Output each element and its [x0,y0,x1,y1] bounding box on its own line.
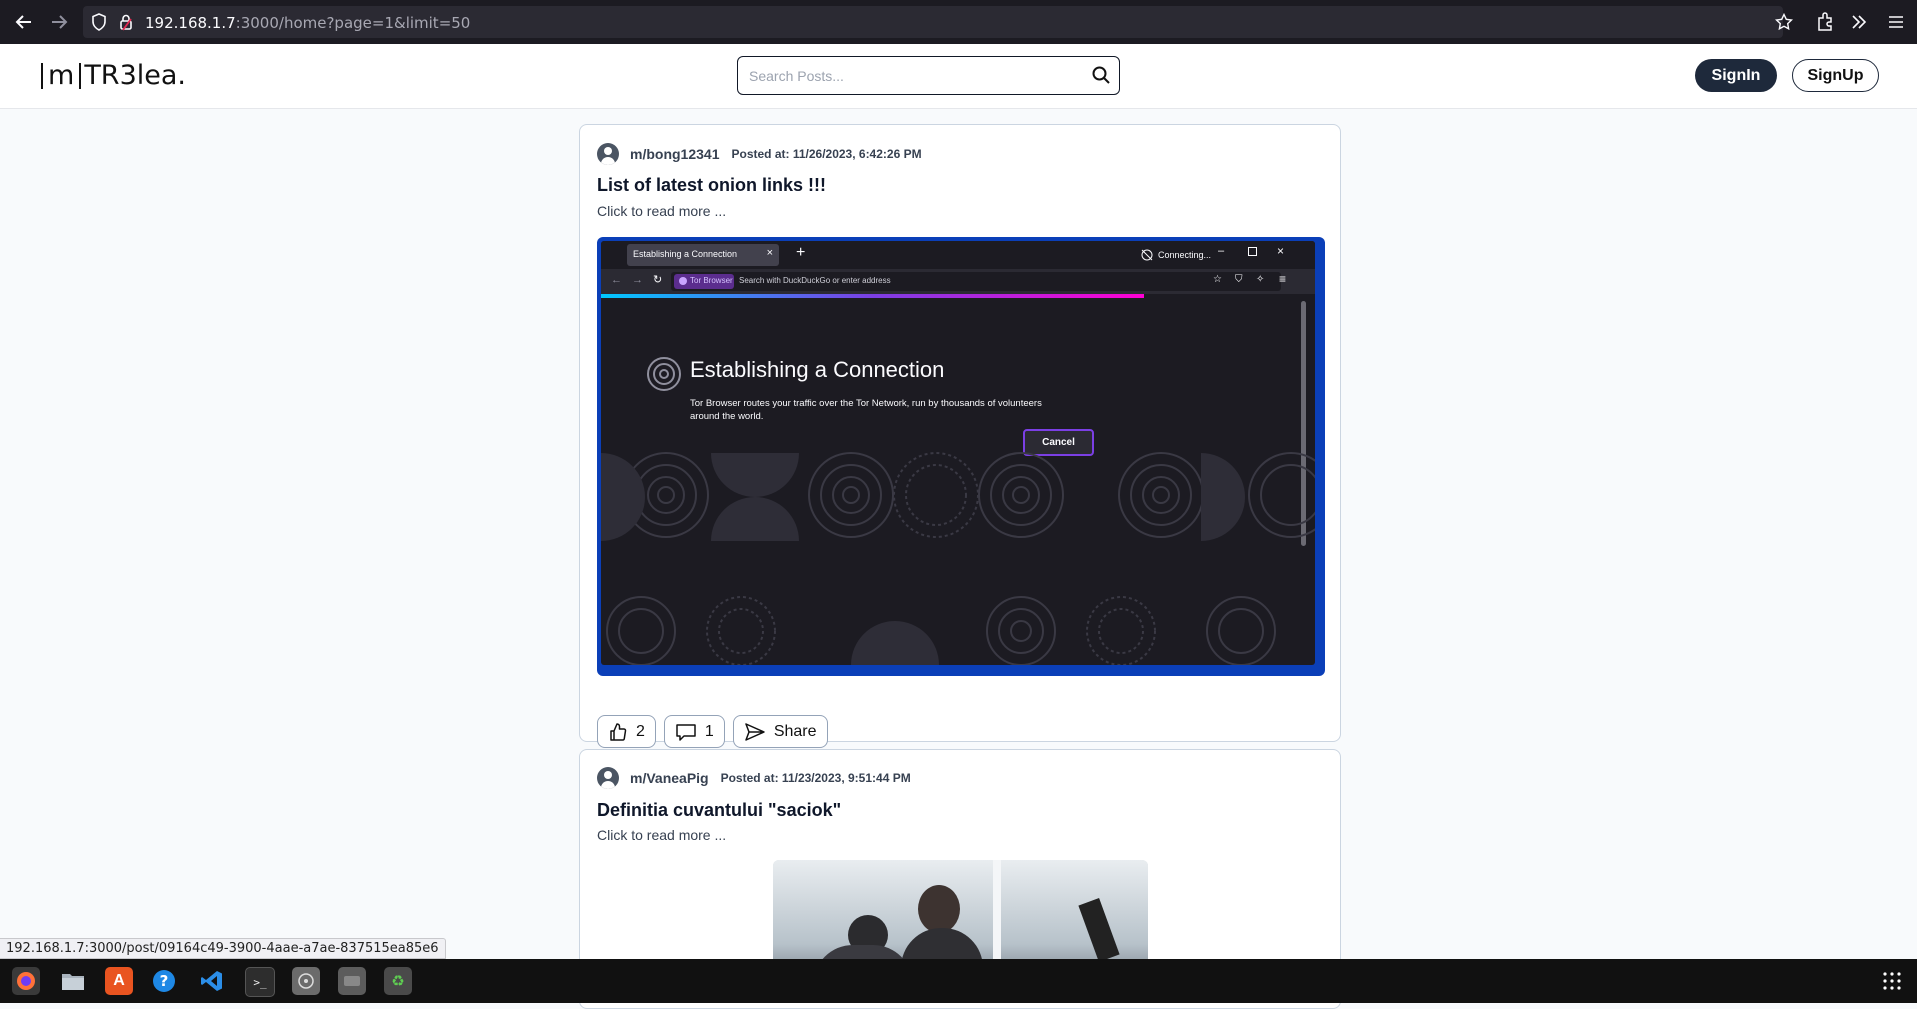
tab-label: Establishing a Connection [633,249,738,259]
post-timestamp: Posted at: 11/23/2023, 9:51:44 PM [720,771,911,785]
post-meta: m/bong12341 Posted at: 11/26/2023, 6:42:… [597,143,922,165]
post-title[interactable]: List of latest onion links !!! [597,175,826,196]
bookmark-star-icon[interactable] [1775,13,1793,31]
logo-bracket: m [41,62,82,89]
maximize-icon [1248,247,1257,256]
status-link-preview: 192.168.1.7:3000/post/09164c49-3900-4aae… [0,938,446,959]
user-avatar-icon [597,767,619,789]
post-author[interactable]: m/bong12341 [630,146,719,162]
new-tab-icon: + [796,244,806,261]
os-taskbar: A ? >_ ♻ [0,959,1917,1003]
photo-person-head [918,885,960,933]
tab-close-icon: × [766,247,773,259]
search-box [737,56,1120,95]
minimize-icon: – [1218,245,1225,257]
overflow-chevron-icon[interactable] [1851,14,1867,30]
post-card[interactable]: m/bong12341 Posted at: 11/26/2023, 6:42:… [579,124,1341,748]
comment-count: 1 [704,722,714,740]
window-close-icon: × [1277,244,1285,258]
signup-button[interactable]: SignUp [1792,59,1879,92]
like-count: 2 [636,722,645,740]
url-path: :3000/home?page=1&limit=50 [235,14,471,32]
tor-forward-icon: → [632,274,643,286]
tor-body: Tor Browser routes your traffic over the… [690,398,1042,422]
post-image[interactable]: Establishing a Connection × + Connecting… [597,237,1325,676]
tor-reload-icon: ↻ [653,274,663,286]
post-timestamp: Posted at: 11/26/2023, 6:42:26 PM [731,147,922,161]
search-icon[interactable] [1091,65,1111,85]
tor-shield-icon: ⛉ [1235,274,1243,285]
back-arrow-icon [15,15,31,29]
decorative-circles-pattern [601,452,1315,665]
terminal-icon[interactable]: >_ [245,967,275,997]
shield-icon[interactable] [91,13,107,31]
site-header: mTR3lea. SignIn SignUp [0,44,1917,109]
tor-badge-label: Tor Browser [690,276,733,285]
read-more-link[interactable]: Click to read more ... [597,827,726,843]
connection-status: Connecting... [1158,250,1212,260]
menu-icon[interactable] [1888,15,1904,29]
tor-browser-screenshot: Establishing a Connection × + Connecting… [601,241,1315,665]
back-button[interactable] [12,11,36,33]
read-more-link[interactable]: Click to read more ... [597,203,726,219]
svg-text:?: ? [160,972,169,990]
firefox-icon[interactable] [12,967,40,995]
post-actions: 2 1 Share [597,715,828,748]
trash-icon[interactable]: ♻ [384,967,412,995]
tor-menu-icon: ≡ [1279,272,1287,286]
signin-button[interactable]: SignIn [1695,59,1777,92]
vscode-icon[interactable] [198,967,226,995]
tor-address-placeholder: Search with DuckDuckGo or enter address [739,276,891,285]
disk-icon[interactable] [292,967,320,995]
tor-broom-icon: ✧ [1256,274,1265,285]
url-host: 192.168.1.7 [145,14,236,32]
tor-connection-icon [647,357,681,391]
app-grid-icon[interactable] [1878,967,1906,995]
connection-progress-bar [601,294,1144,298]
comment-button[interactable]: 1 [663,715,725,748]
user-avatar-icon [597,143,619,165]
comment-icon [676,723,696,741]
tor-heading: Establishing a Connection [690,357,945,382]
lock-icon[interactable] [119,13,133,31]
tor-bookmark-icon: ☆ [1213,274,1222,285]
search-input[interactable] [747,64,1081,88]
tor-logo-icon [679,277,687,285]
post-meta: m/VaneaPig Posted at: 11/23/2023, 9:51:4… [597,767,911,789]
tor-urlbar: Tor Browser Search with DuckDuckGo or en… [671,272,1281,291]
drive-icon[interactable] [338,967,366,995]
forward-button[interactable] [47,11,71,33]
files-icon[interactable] [59,967,87,995]
tor-back-icon: ← [611,274,622,286]
tab-active: Establishing a Connection × [627,244,779,266]
share-label: Share [773,722,817,740]
extensions-icon[interactable] [1816,12,1834,32]
post-title[interactable]: Definitia cuvantului "saciok" [597,800,841,821]
url-text: 192.168.1.7:3000/home?page=1&limit=50 [145,14,470,32]
post-author[interactable]: m/VaneaPig [630,770,709,786]
thumbs-up-icon [610,722,627,741]
tor-onion-slash-icon [1141,249,1153,261]
tor-badge: Tor Browser [674,274,734,289]
site-logo[interactable]: m TR3lea. [41,60,186,91]
send-icon [745,722,765,741]
share-button[interactable]: Share [732,715,828,748]
browser-toolbar: 192.168.1.7:3000/home?page=1&limit=50 [0,0,1917,44]
forward-arrow-icon [52,15,68,29]
logo-text: TR3lea. [84,60,186,91]
app-center-icon[interactable]: A [105,967,133,995]
like-button[interactable]: 2 [597,715,656,748]
tor-navbar: ← → ↻ Tor Browser Search with DuckDuckGo… [601,269,1315,294]
help-icon[interactable]: ? [150,967,178,995]
